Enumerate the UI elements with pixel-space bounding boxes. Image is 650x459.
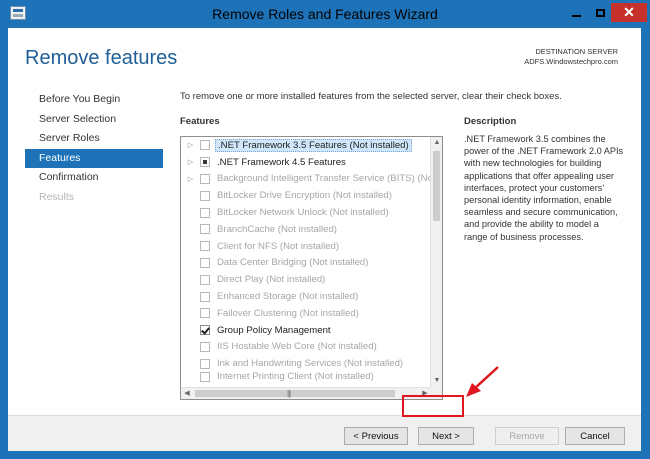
minimize-button[interactable] <box>564 3 588 22</box>
scroll-left-icon[interactable]: ◀ <box>181 388 193 399</box>
feature-checkbox[interactable] <box>200 207 210 218</box>
nav-results: Results <box>39 190 75 203</box>
destination-server-value: ADFS.Windowstechpro.com <box>524 57 618 66</box>
nav-before-you-begin[interactable]: Before You Begin <box>25 90 163 110</box>
feature-row[interactable]: BitLocker Drive Encryption (Not installe… <box>181 187 431 204</box>
feature-label: .NET Framework 3.5 Features (Not install… <box>215 138 412 152</box>
nav-server-selection[interactable]: Server Selection <box>25 110 163 130</box>
feature-checkbox[interactable] <box>200 325 210 336</box>
maximize-icon <box>595 8 605 17</box>
feature-row[interactable]: Direct Play (Not installed) <box>181 271 431 288</box>
feature-checkbox[interactable] <box>200 371 210 382</box>
features-tree[interactable]: ▷ .NET Framework 3.5 Features (Not instal… <box>180 136 443 400</box>
wizard-footer: < Previous Next > Remove Cancel <box>8 415 641 451</box>
feature-checkbox[interactable] <box>200 241 210 252</box>
feature-label: .NET Framework 4.5 Features <box>217 156 346 168</box>
feature-checkbox[interactable] <box>200 173 210 184</box>
expand-arrow-icon[interactable]: ▷ <box>181 141 200 149</box>
feature-checkbox[interactable] <box>200 358 210 369</box>
close-icon: ✕ <box>623 4 635 20</box>
feature-label: BitLocker Network Unlock (Not installed) <box>217 207 389 219</box>
feature-checkbox[interactable] <box>200 224 210 235</box>
feature-checkbox[interactable] <box>200 274 210 285</box>
feature-label: Ink and Handwriting Services (Not instal… <box>217 358 404 370</box>
feature-label: Failover Clustering (Not installed) <box>217 307 359 319</box>
nav-confirmation[interactable]: Confirmation <box>25 168 163 188</box>
feature-checkbox[interactable] <box>200 190 210 201</box>
feature-row[interactable]: Data Center Bridging (Not installed) <box>181 255 431 272</box>
next-button[interactable]: Next > <box>418 427 474 445</box>
vertical-scroll-thumb[interactable] <box>433 151 440 221</box>
expand-arrow-icon[interactable]: ▷ <box>181 175 200 183</box>
feature-label: BitLocker Drive Encryption (Not installe… <box>217 190 392 202</box>
description-heading: Description <box>464 116 517 127</box>
features-heading: Features <box>180 116 220 127</box>
feature-checkbox[interactable] <box>200 140 210 151</box>
feature-row[interactable]: BranchCache (Not installed) <box>181 221 431 238</box>
wizard-client-area: Remove features DESTINATION SERVER ADFS.… <box>8 28 641 451</box>
feature-row[interactable]: ▷ .NET Framework 3.5 Features (Not instal… <box>181 137 431 154</box>
title-bar: Remove Roles and Features Wizard ✕ <box>0 0 650 28</box>
feature-label: Client for NFS (Not installed) <box>217 240 340 252</box>
feature-label: Internet Printing Client (Not installed) <box>217 371 374 383</box>
destination-server-label: DESTINATION SERVER <box>535 47 618 56</box>
instruction-text: To remove one or more installed features… <box>180 91 562 102</box>
feature-row[interactable]: Failover Clustering (Not installed) <box>181 305 431 322</box>
minimize-icon <box>571 14 581 17</box>
wizard-steps-nav: Before You Begin Server Selection Server… <box>25 90 163 207</box>
feature-row[interactable]: IIS Hostable Web Core (Not installed) <box>181 339 431 356</box>
description-text: .NET Framework 3.5 combines the power of… <box>464 134 624 242</box>
feature-checkbox[interactable] <box>200 157 210 168</box>
nav-features[interactable]: Features <box>25 148 163 168</box>
horizontal-scroll-thumb[interactable] <box>195 390 395 397</box>
expand-arrow-icon[interactable]: ▷ <box>181 158 200 166</box>
feature-row[interactable]: BitLocker Network Unlock (Not installed) <box>181 204 431 221</box>
feature-row[interactable]: Internet Printing Client (Not installed) <box>181 368 431 385</box>
wizard-header: Remove features DESTINATION SERVER ADFS.… <box>8 28 641 78</box>
feature-label: Direct Play (Not installed) <box>217 274 326 286</box>
feature-label: Data Center Bridging (Not installed) <box>217 257 369 269</box>
feature-label: Background Intelligent Transfer Service … <box>217 173 431 185</box>
feature-label: IIS Hostable Web Core (Not installed) <box>217 341 377 353</box>
feature-checkbox[interactable] <box>200 341 210 352</box>
page-title: Remove features <box>25 47 178 69</box>
feature-row[interactable]: ▷ .NET Framework 4.5 Features <box>181 154 431 171</box>
feature-row[interactable]: Group Policy Management <box>181 322 431 339</box>
feature-checkbox[interactable] <box>200 257 210 268</box>
arrow-shaft <box>473 366 499 390</box>
feature-label: BranchCache (Not installed) <box>217 223 337 235</box>
scroll-grip-icon: ||| <box>287 389 291 398</box>
feature-label: Group Policy Management <box>217 324 331 336</box>
feature-label: Enhanced Storage (Not installed) <box>217 291 359 303</box>
window-title: Remove Roles and Features Wizard <box>212 6 438 22</box>
feature-row[interactable]: ▷ Background Intelligent Transfer Service… <box>181 171 431 188</box>
close-button[interactable]: ✕ <box>611 3 647 22</box>
cancel-button[interactable]: Cancel <box>565 427 625 445</box>
maximize-button[interactable] <box>588 3 612 22</box>
features-list: ▷ .NET Framework 3.5 Features (Not instal… <box>181 137 431 387</box>
remove-button: Remove <box>495 427 559 445</box>
horizontal-scrollbar[interactable]: ◀ ||| ▶ <box>181 387 431 399</box>
feature-row[interactable]: Enhanced Storage (Not installed) <box>181 288 431 305</box>
previous-button[interactable]: < Previous <box>344 427 408 445</box>
feature-checkbox[interactable] <box>200 308 210 319</box>
feature-row[interactable]: Client for NFS (Not installed) <box>181 238 431 255</box>
scroll-up-icon[interactable]: ▲ <box>431 137 442 149</box>
desktop-background <box>0 451 650 459</box>
red-arrow-annotation <box>466 366 499 397</box>
nav-server-roles[interactable]: Server Roles <box>25 129 163 149</box>
vertical-scrollbar[interactable]: ▲ ▼ <box>430 137 442 387</box>
scroll-down-icon[interactable]: ▼ <box>431 375 442 387</box>
feature-checkbox[interactable] <box>200 291 210 302</box>
